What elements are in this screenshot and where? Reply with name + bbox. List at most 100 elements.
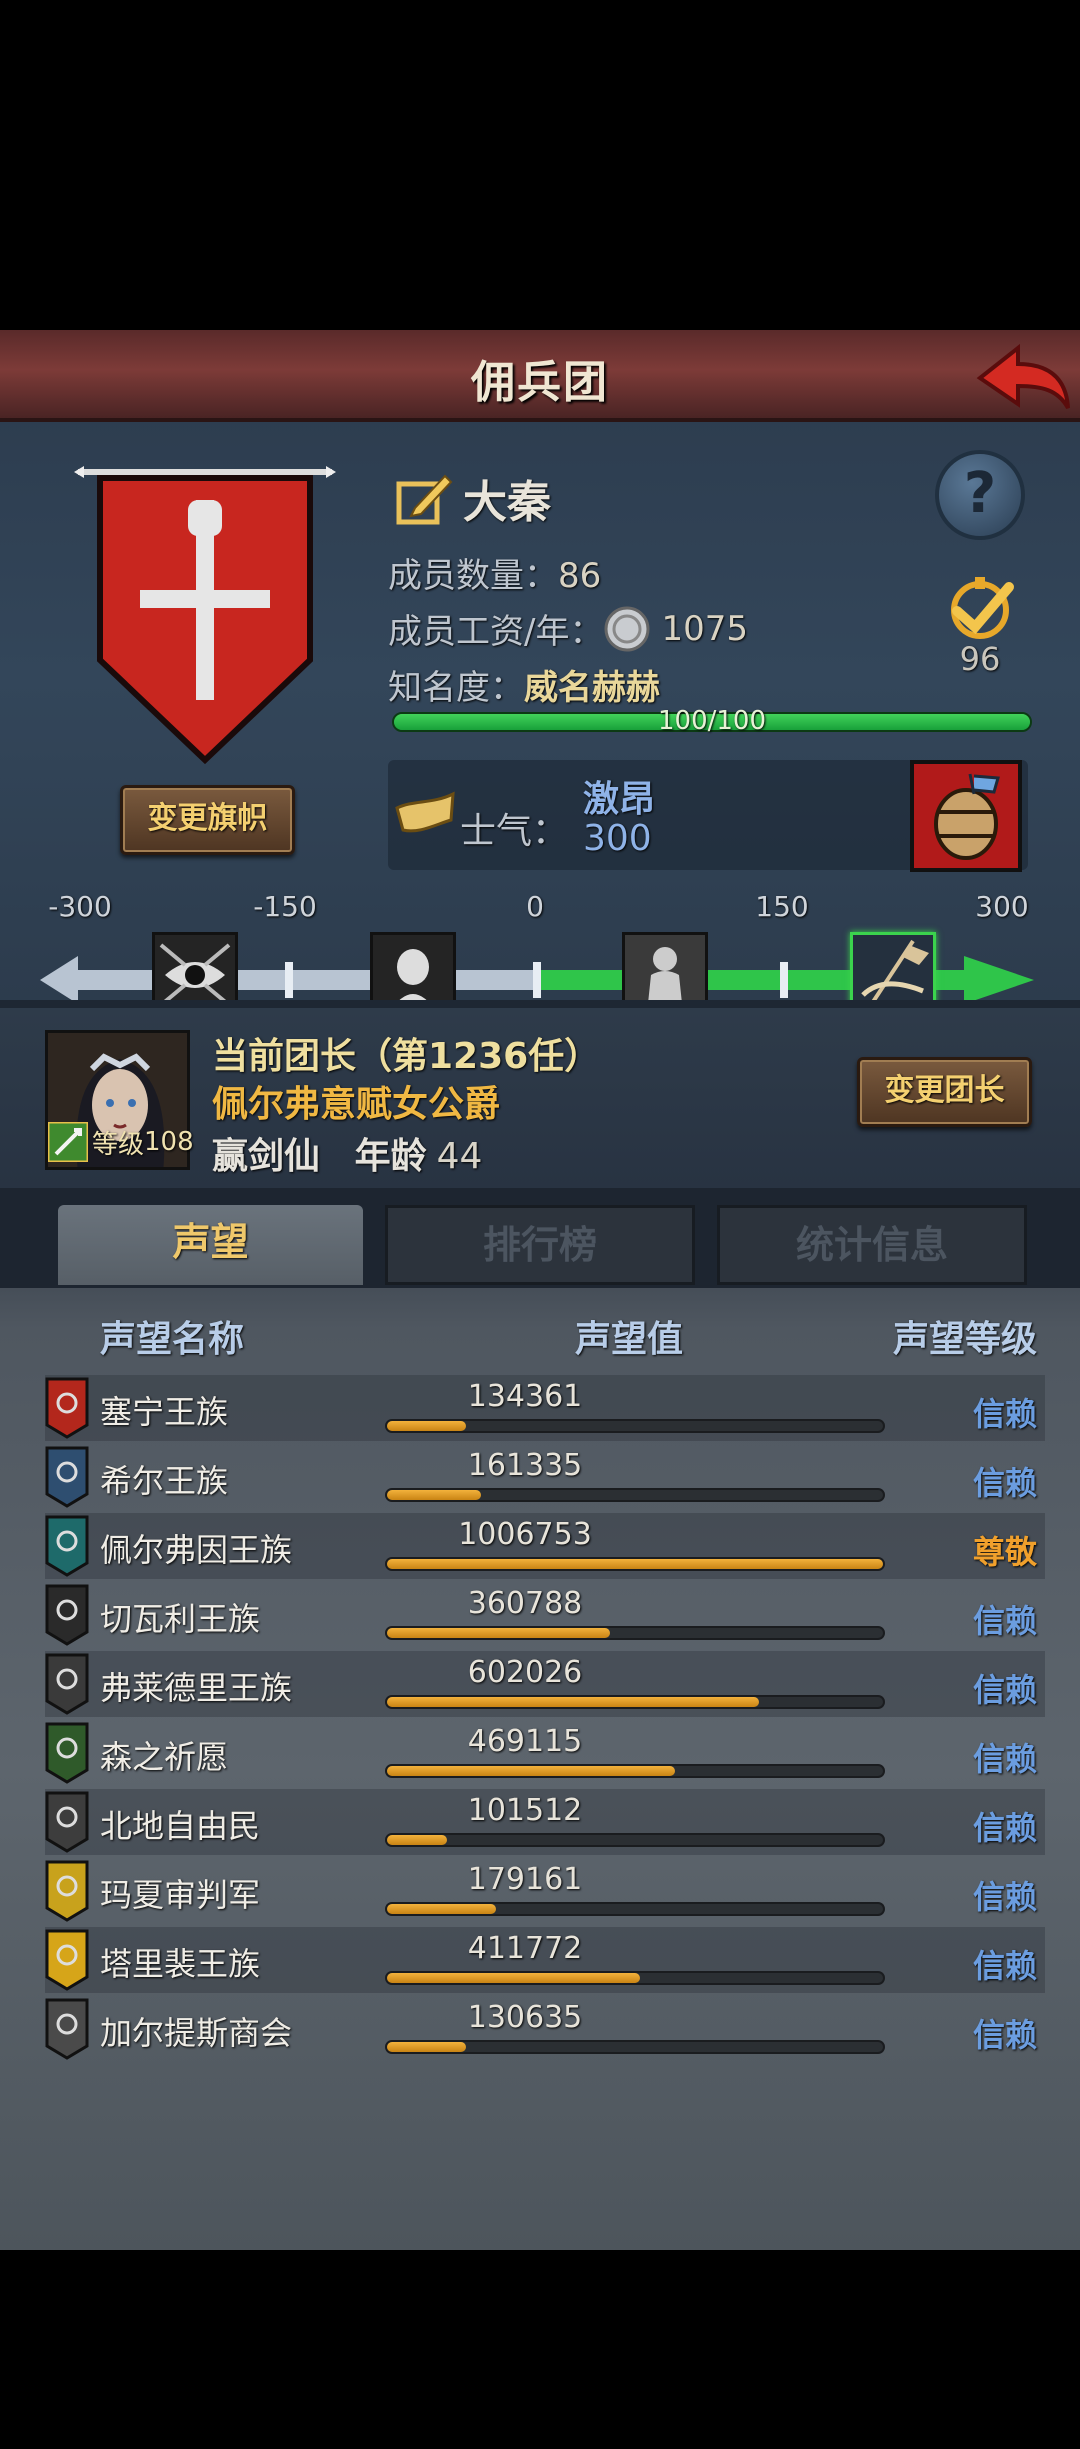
guild-name[interactable]: 大秦	[463, 466, 551, 530]
reputation-bar-fill	[387, 1559, 883, 1569]
reputation-level: 尊敬	[972, 1533, 1037, 1571]
faction-emblem-icon	[45, 1446, 89, 1508]
reputation-row[interactable]: 玛夏审判军 179161 信赖	[45, 1858, 1045, 1924]
reputation-level: 信赖	[972, 1878, 1037, 1916]
reputation-bar	[385, 1488, 885, 1502]
scale-label-neg150: -150	[253, 890, 317, 923]
change-banner-button[interactable]: 变更旗帜	[120, 785, 295, 855]
faction-name: 切瓦利王族	[100, 1600, 261, 1638]
reputation-level: 信赖	[972, 1947, 1037, 1985]
reputation-value: 161335	[467, 1448, 583, 1483]
reputation-row[interactable]: 希尔王族 161335 信赖	[45, 1444, 1045, 1510]
reputation-level: 信赖	[972, 1809, 1037, 1847]
reputation-bar	[385, 1419, 885, 1433]
reputation-row[interactable]: 森之祈愿 469115 信赖	[45, 1720, 1045, 1786]
leader-name: 佩尔弗意赋女公爵	[212, 1084, 501, 1125]
leader-meta: 赢剑仙 年龄 44	[212, 1127, 482, 1179]
reputation-value: 134361	[467, 1379, 583, 1414]
reputation-bar-fill	[387, 1628, 611, 1638]
reputation-row[interactable]: 塔里裴王族 411772 信赖	[45, 1927, 1045, 1993]
faction-name: 加尔提斯商会	[100, 2014, 293, 2052]
morale-value: 300	[583, 818, 652, 859]
reputation-bar	[385, 2040, 885, 2054]
scale-label-150: 150	[755, 890, 809, 923]
reputation-bar	[385, 1971, 885, 1985]
faction-emblem-icon	[45, 1860, 89, 1922]
faction-emblem-icon	[45, 1653, 89, 1715]
faction-emblem-icon	[45, 1584, 89, 1646]
leader-level-badge: 等级 108	[46, 1120, 194, 1164]
morale-label: 士气：	[460, 811, 569, 852]
change-leader-button[interactable]: 变更团长	[857, 1057, 1032, 1127]
reputation-level: 信赖	[972, 1602, 1037, 1640]
faction-name: 塞宁王族	[100, 1393, 229, 1431]
reputation-value: 179161	[467, 1862, 583, 1897]
faction-name: 弗莱德里王族	[100, 1669, 293, 1707]
morale-state: 激昂	[583, 779, 656, 820]
reputation-bar-fill	[387, 1697, 759, 1707]
reputation-value: 130635	[467, 2000, 583, 2035]
scale-label-300: 300	[975, 890, 1029, 923]
faction-name: 希尔王族	[100, 1462, 229, 1500]
reputation-bar-fill	[387, 1766, 675, 1776]
supply-barrel-icon[interactable]	[910, 760, 1022, 872]
member-count-line: 成员数量：86	[388, 548, 601, 597]
reputation-row[interactable]: 弗莱德里王族 602026 信赖	[45, 1651, 1045, 1717]
reputation-bar-fill	[387, 1490, 482, 1500]
tab-statistics[interactable]: 统计信息	[717, 1205, 1027, 1285]
reputation-level: 信赖	[972, 1464, 1037, 1502]
horn-icon	[393, 790, 458, 840]
reputation-row[interactable]: 切瓦利王族 360788 信赖	[45, 1582, 1045, 1648]
reputation-bar	[385, 1695, 885, 1709]
reputation-value: 602026	[467, 1655, 583, 1690]
rank-badge-icon[interactable]	[935, 575, 1025, 645]
page-title: 佣兵团	[471, 357, 609, 408]
faction-emblem-icon	[45, 1998, 89, 2060]
scale-label-0: 0	[526, 890, 544, 923]
reputation-bar-fill	[387, 1904, 497, 1914]
reputation-bar	[385, 1902, 885, 1916]
salary-line: 成员工资/年： 1075	[388, 604, 748, 653]
reputation-level: 信赖	[972, 2016, 1037, 2054]
reputation-row[interactable]: 佩尔弗因王族 1006753 尊敬	[45, 1513, 1045, 1579]
back-arrow-icon[interactable]	[972, 338, 1072, 418]
faction-emblem-icon	[45, 1515, 89, 1577]
faction-name: 北地自由民	[100, 1807, 261, 1845]
tab-leaderboard[interactable]: 排行榜	[385, 1205, 695, 1285]
reputation-bar	[385, 1764, 885, 1778]
col-head-level: 声望等级	[893, 1319, 1038, 1360]
help-button[interactable]: ?	[935, 450, 1025, 540]
tab-reputation[interactable]: 声望	[58, 1205, 363, 1285]
salary-value: 1075	[661, 608, 748, 649]
reputation-bar	[385, 1557, 885, 1571]
sword-class-icon	[46, 1120, 90, 1164]
level-value: 108	[144, 1127, 194, 1157]
reputation-bar-fill	[387, 1835, 447, 1845]
reputation-bar	[385, 1626, 885, 1640]
faction-emblem-icon	[45, 1929, 89, 1991]
member-count-value: 86	[558, 556, 602, 596]
guild-name-row: 大秦	[395, 463, 551, 533]
leader-title: 当前团长（第1236任）	[212, 1036, 601, 1077]
faction-emblem-icon	[45, 1791, 89, 1853]
fame-progress-text: 100/100	[657, 706, 766, 736]
silver-coin-icon	[603, 605, 651, 653]
reputation-bar-fill	[387, 1421, 467, 1431]
header-bar: 佣兵团	[0, 330, 1080, 422]
edit-pen-icon[interactable]	[395, 468, 455, 528]
mercenary-panel: 佣兵团 变更旗帜 大秦 成员数量：86 成员工资/年： 1075 知名度：威名赫…	[0, 330, 1080, 2250]
reputation-row[interactable]: 加尔提斯商会 130635 信赖	[45, 1996, 1045, 2062]
morale-scale: -300 -150 0 150 300	[40, 890, 1040, 1018]
reputation-bar-fill	[387, 2042, 467, 2052]
reputation-bar-fill	[387, 1973, 640, 1983]
reputation-value: 360788	[467, 1586, 583, 1621]
reputation-row[interactable]: 塞宁王族 134361 信赖	[45, 1375, 1045, 1441]
level-label: 等级	[92, 1129, 145, 1160]
faction-name: 玛夏审判军	[100, 1876, 261, 1914]
fame-progress-bar: 100/100	[392, 706, 1032, 736]
reputation-level: 信赖	[972, 1740, 1037, 1778]
reputation-row[interactable]: 北地自由民 101512 信赖	[45, 1789, 1045, 1855]
member-count-label: 成员数量：	[388, 556, 558, 596]
leader-age: 44	[436, 1136, 483, 1177]
section-divider	[0, 1000, 1080, 1008]
